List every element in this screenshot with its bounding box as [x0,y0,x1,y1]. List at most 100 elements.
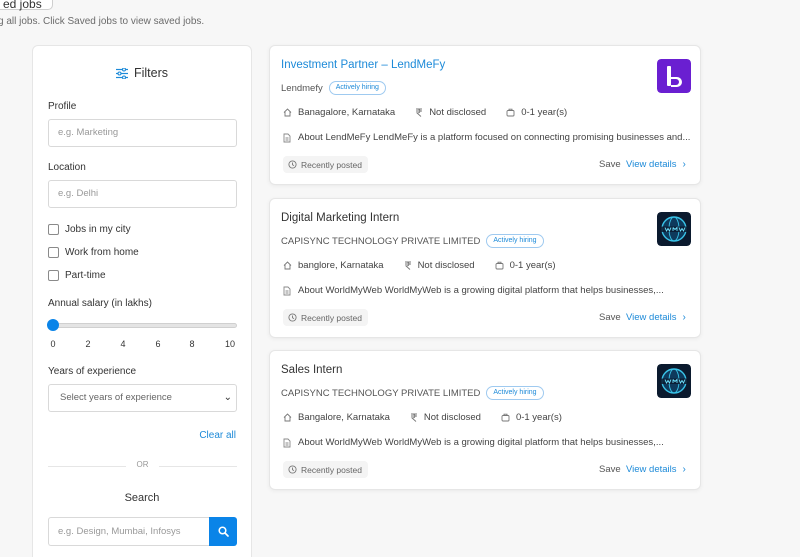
actively-hiring-badge: Actively hiring [486,386,544,400]
search-input[interactable]: e.g. Design, Mumbai, Infosys [48,517,210,546]
job-meta: banglore, Karnataka Not disclosed 0-1 ye… [283,260,576,271]
search-button[interactable] [209,517,237,546]
salary-tick: 8 [189,339,195,349]
experience-select-value: Select years of experience [60,392,172,403]
posted-text: Recently posted [301,312,362,323]
job-about-text: About WorldMyWeb WorldMyWeb is a growing… [298,437,664,448]
view-details-label[interactable]: View details [626,312,677,323]
save-button[interactable]: Save [599,312,621,323]
view-details-link[interactable]: View details › [626,312,686,323]
filter-icon [115,67,128,80]
search-title: Search [124,492,160,504]
posted-tag: Recently posted [283,461,368,478]
checkbox-box[interactable] [48,270,59,281]
filters-panel: Filters Profile e.g. Marketing Location … [32,45,252,557]
clock-icon [288,160,297,169]
company-logo [657,364,691,398]
document-icon [283,286,291,295]
salary-ticks: 0 2 4 6 8 10 [48,339,237,351]
filters-title: Filters [133,66,169,80]
view-details-label[interactable]: View details [626,159,677,170]
view-details-link[interactable]: View details › [626,159,686,170]
document-icon [283,438,291,447]
or-divider: OR [48,460,237,472]
experience-select[interactable]: Select years of experience ⌄ [48,384,237,412]
filters-header: Filters [33,66,251,80]
job-location: banglore, Karnataka [298,260,384,271]
clock-icon [288,465,297,474]
home-icon [283,108,292,117]
company-name: CAPISYNC TECHNOLOGY PRIVATE LIMITED [281,235,481,247]
part-time-checkbox[interactable]: Part-time [48,270,106,281]
saved-jobs-note: g all jobs. Click Saved jobs to view sav… [0,16,205,27]
profile-label: Profile [48,101,77,112]
profile-input[interactable]: e.g. Marketing [48,119,237,147]
posted-tag: Recently posted [283,309,368,326]
view-details-label[interactable]: View details [626,464,677,475]
briefcase-icon [506,108,515,117]
rupee-icon [410,413,417,422]
job-location: Bangalore, Karnataka [298,412,390,423]
job-location: Banagalore, Karnataka [298,107,396,118]
chevron-right-icon: › [682,159,686,170]
company-logo [657,59,691,93]
job-stipend: Not disclosed [417,260,475,271]
job-about-text: About LendMeFy LendMeFy is a platform fo… [298,132,691,143]
salary-label: Annual salary (in lakhs) [48,298,152,309]
rupee-icon [415,108,423,117]
briefcase-icon [501,413,510,422]
view-details-link[interactable]: View details › [626,464,686,475]
saved-jobs-button[interactable]: ed jobs [0,0,53,11]
job-title[interactable]: Digital Marketing Intern [281,212,399,224]
posted-tag: Recently posted [283,156,368,173]
company-row: Lendmefy Actively hiring [281,81,386,95]
document-icon [283,133,291,142]
job-experience: 0-1 year(s) [515,412,562,423]
job-card[interactable]: Investment Partner – LendMeFy Lendmefy A… [269,45,701,185]
checkbox-box[interactable] [48,247,59,258]
clock-icon [288,313,297,322]
checkbox-label: Work from home [65,247,139,258]
checkbox-box[interactable] [48,224,59,235]
job-meta: Bangalore, Karnataka Not disclosed 0-1 y… [283,412,582,423]
save-button[interactable]: Save [599,464,621,475]
job-card[interactable]: Sales Intern CAPISYNC TECHNOLOGY PRIVATE… [269,350,701,490]
experience-label: Years of experience [48,366,137,377]
company-name: Lendmefy [281,82,323,94]
clear-all-link[interactable]: Clear all [199,430,236,441]
checkbox-label: Jobs in my city [65,224,131,235]
location-label: Location [48,162,86,173]
company-row: CAPISYNC TECHNOLOGY PRIVATE LIMITED Acti… [281,234,544,248]
job-title[interactable]: Sales Intern [281,364,342,376]
job-card[interactable]: Digital Marketing Intern CAPISYNC TECHNO… [269,198,701,338]
job-about: About WorldMyWeb WorldMyWeb is a growing… [283,437,664,448]
job-title[interactable]: Investment Partner – LendMeFy [281,59,445,71]
salary-slider-track[interactable] [53,323,237,328]
location-input[interactable]: e.g. Delhi [48,180,237,208]
rupee-icon [404,261,411,270]
chevron-right-icon: › [682,464,686,475]
job-stipend: Not disclosed [429,107,487,118]
job-meta: Banagalore, Karnataka Not disclosed 0-1 … [283,107,587,118]
briefcase-icon [495,261,504,270]
work-from-home-checkbox[interactable]: Work from home [48,247,139,258]
posted-text: Recently posted [301,464,362,475]
jobs-in-my-city-checkbox[interactable]: Jobs in my city [48,224,131,235]
checkbox-label: Part-time [65,270,106,281]
home-icon [283,261,292,270]
salary-tick: 4 [120,339,126,349]
job-about: About LendMeFy LendMeFy is a platform fo… [283,132,690,143]
salary-tick: 10 [224,339,236,349]
salary-tick: 0 [50,339,56,349]
chevron-down-icon: ⌄ [223,392,232,403]
save-button[interactable]: Save [599,159,621,170]
posted-text: Recently posted [301,159,362,170]
salary-slider-handle[interactable] [47,319,59,331]
salary-tick: 2 [85,339,91,349]
job-about: About WorldMyWeb WorldMyWeb is a growing… [283,285,664,296]
job-experience: 0-1 year(s) [521,107,568,118]
job-experience: 0-1 year(s) [509,260,556,271]
actively-hiring-badge: Actively hiring [328,81,386,95]
job-stipend: Not disclosed [423,412,481,423]
home-icon [283,413,292,422]
